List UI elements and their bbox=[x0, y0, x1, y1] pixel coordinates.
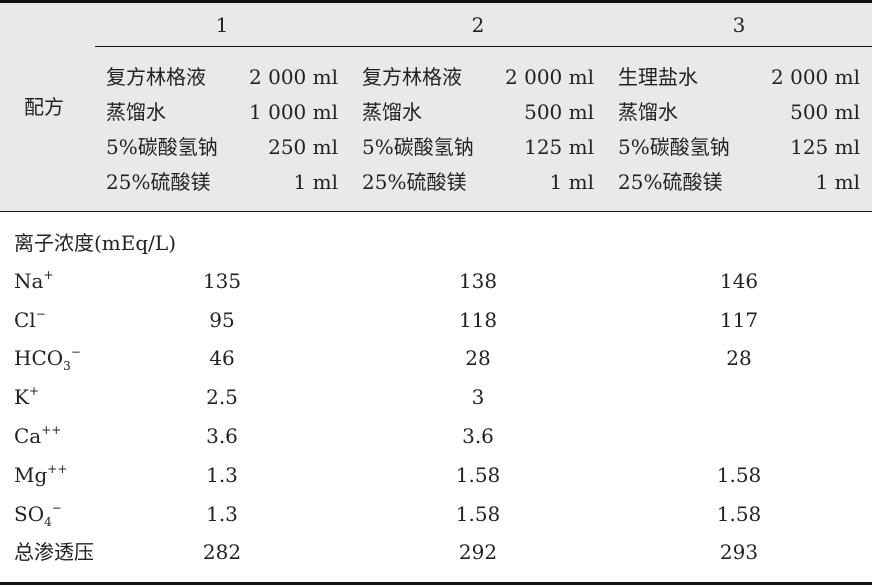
ion-symbol: K bbox=[14, 385, 29, 409]
ion-label: HCO3− bbox=[14, 345, 81, 373]
ingredient-amount: 1 ml bbox=[293, 170, 338, 194]
ion-symbol: Cl bbox=[14, 308, 36, 332]
ion-value: 28 bbox=[465, 346, 491, 370]
ingredient-amount: 500 ml bbox=[790, 100, 860, 124]
ion-value: 1.58 bbox=[716, 502, 762, 526]
ion-subscript: 4 bbox=[44, 515, 52, 529]
ion-charge: ++ bbox=[47, 462, 68, 476]
ingredient-name: 蒸馏水 bbox=[106, 100, 166, 124]
ion-label: K+ bbox=[14, 385, 39, 409]
ion-charge: ++ bbox=[41, 423, 62, 437]
ion-value: 1.58 bbox=[455, 502, 501, 526]
ingredient-amount: 125 ml bbox=[524, 135, 594, 159]
ion-value: 3.6 bbox=[462, 424, 494, 448]
ion-charge: − bbox=[35, 307, 46, 321]
ingredient-name: 25%硫酸镁 bbox=[362, 170, 467, 194]
ion-value: 28 bbox=[726, 346, 752, 370]
section-label-ion-concentration: 离子浓度(mEq/L) bbox=[14, 231, 176, 255]
ingredient-name: 复方林格液 bbox=[362, 65, 462, 89]
header-bottom-rule bbox=[0, 211, 872, 212]
ion-value: 138 bbox=[458, 269, 498, 293]
osmolarity-value: 293 bbox=[719, 540, 759, 564]
ingredient-amount: 1 ml bbox=[815, 170, 860, 194]
ion-value: 1.58 bbox=[716, 463, 762, 487]
ingredient-name: 复方林格液 bbox=[106, 65, 206, 89]
ingredient-name: 25%硫酸镁 bbox=[106, 170, 211, 194]
ingredient-name: 25%硫酸镁 bbox=[618, 170, 723, 194]
ingredient-amount: 250 ml bbox=[268, 135, 338, 159]
osmolarity-value: 282 bbox=[202, 540, 242, 564]
ingredient-name: 5%碳酸氢钠 bbox=[362, 135, 474, 159]
ingredient-amount: 2 000 ml bbox=[249, 65, 338, 89]
ion-label: SO4− bbox=[14, 501, 62, 529]
ingredient-amount: 1 000 ml bbox=[249, 100, 338, 124]
ion-symbol: Mg bbox=[14, 463, 48, 487]
ingredient-name: 5%碳酸氢钠 bbox=[618, 135, 730, 159]
ingredient-name: 蒸馏水 bbox=[362, 100, 422, 124]
ion-symbol: Ca bbox=[14, 424, 42, 448]
ingredient-amount: 1 ml bbox=[549, 170, 594, 194]
ion-value: 95 bbox=[209, 308, 235, 332]
bottom-rule bbox=[0, 582, 872, 585]
ion-label: Mg++ bbox=[14, 463, 67, 487]
ion-value: 3 bbox=[471, 385, 485, 409]
ion-value: 118 bbox=[458, 308, 498, 332]
ion-value: 1.3 bbox=[206, 502, 238, 526]
ion-value: 146 bbox=[719, 269, 759, 293]
ingredient-amount: 2 000 ml bbox=[505, 65, 594, 89]
ion-label: Ca++ bbox=[14, 424, 61, 448]
ingredient-name: 蒸馏水 bbox=[618, 100, 678, 124]
ion-subscript: 3 bbox=[63, 359, 71, 373]
osmolarity-value: 292 bbox=[458, 540, 498, 564]
ion-value: 2.5 bbox=[206, 385, 238, 409]
ion-charge: + bbox=[28, 384, 40, 398]
column-number-1: 1 bbox=[215, 13, 229, 37]
ion-symbol: Na bbox=[14, 269, 44, 293]
ion-value: 3.6 bbox=[206, 424, 238, 448]
ion-label: Na+ bbox=[14, 269, 54, 293]
column-number-2: 2 bbox=[471, 13, 485, 37]
ion-value: 117 bbox=[719, 308, 759, 332]
row-label-formula: 配方 bbox=[24, 95, 64, 119]
ion-symbol: SO bbox=[14, 502, 45, 526]
ingredient-amount: 125 ml bbox=[790, 135, 860, 159]
ion-charge: + bbox=[43, 268, 54, 282]
ingredient-name: 5%碳酸氢钠 bbox=[106, 135, 218, 159]
ion-value: 1.3 bbox=[206, 463, 238, 487]
ion-charge: − bbox=[51, 501, 62, 515]
ingredient-amount: 2 000 ml bbox=[771, 65, 860, 89]
ion-value: 46 bbox=[209, 346, 235, 370]
ion-charge: − bbox=[70, 345, 81, 359]
ion-value: 135 bbox=[202, 269, 242, 293]
column-header-rule bbox=[95, 46, 872, 47]
ingredient-name: 生理盐水 bbox=[618, 65, 698, 89]
ion-value: 1.58 bbox=[455, 463, 501, 487]
ingredient-amount: 500 ml bbox=[524, 100, 594, 124]
ion-symbol: HCO bbox=[14, 346, 64, 370]
column-number-3: 3 bbox=[732, 13, 746, 37]
osmolarity-label: 总渗透压 bbox=[14, 540, 94, 564]
top-rule bbox=[0, 0, 872, 3]
ion-label: Cl− bbox=[14, 308, 46, 332]
